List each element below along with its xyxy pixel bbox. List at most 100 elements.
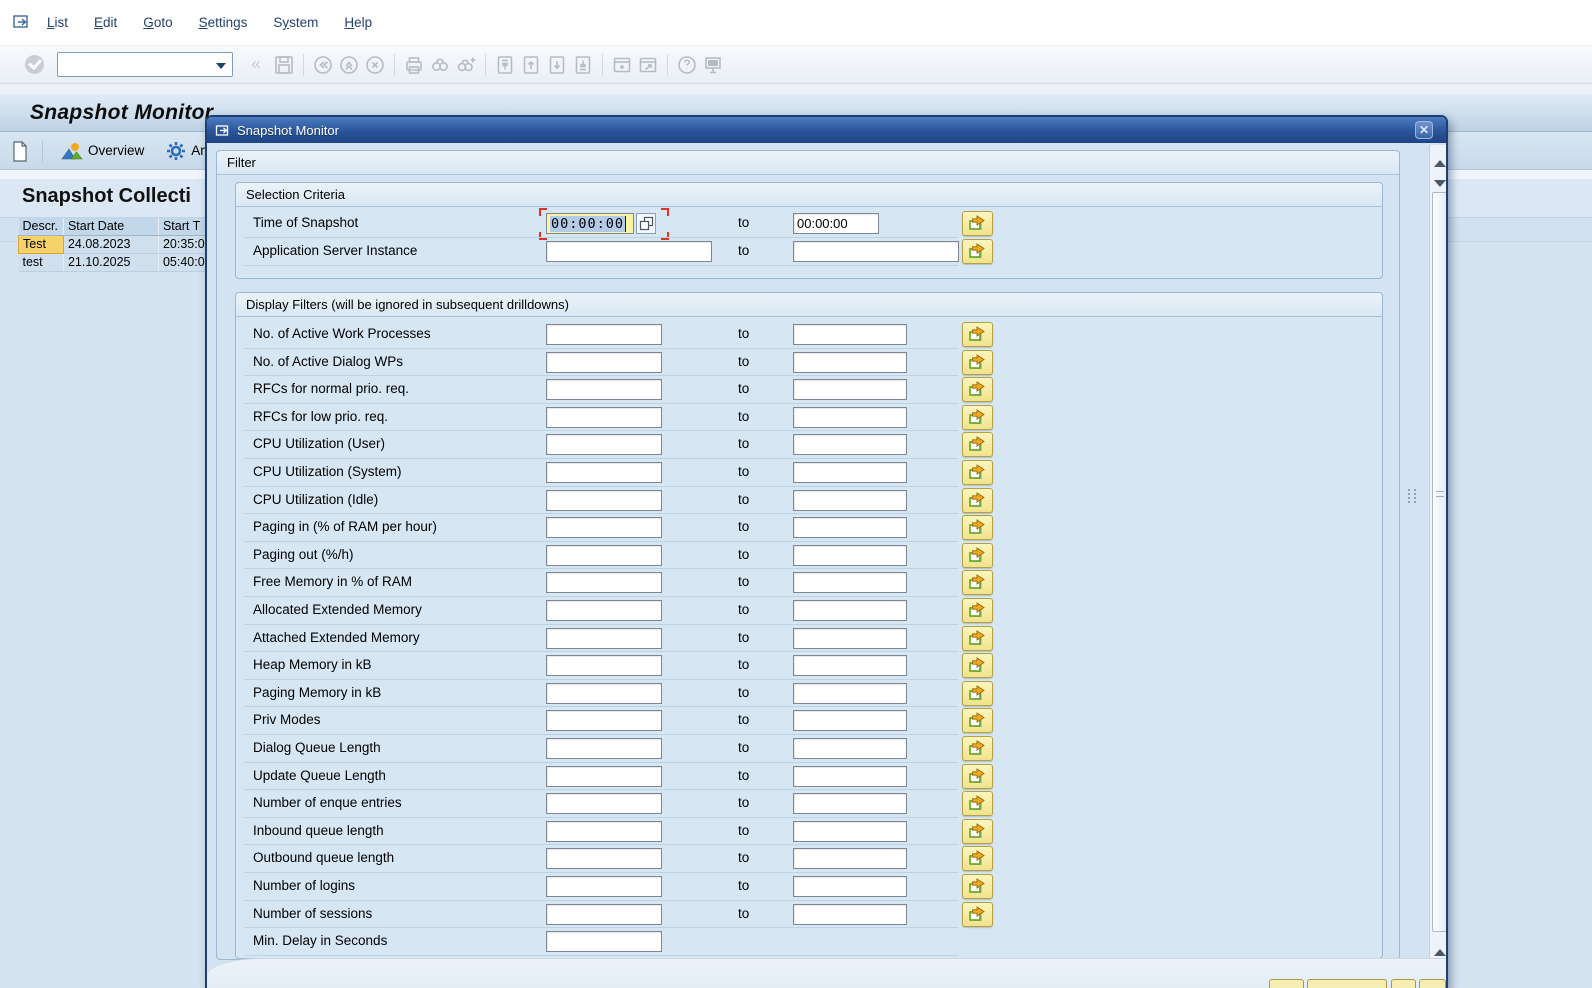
to-input[interactable] xyxy=(793,462,907,483)
overview-button[interactable]: Overview xyxy=(61,141,144,161)
from-input[interactable] xyxy=(546,710,662,731)
dialog-scrollbar[interactable] xyxy=(1429,145,1448,988)
from-input[interactable] xyxy=(546,379,662,400)
scroll-page-up-icon[interactable] xyxy=(1432,939,1447,954)
footer-button[interactable] xyxy=(1307,979,1387,988)
exit-icon[interactable] xyxy=(362,52,388,78)
column-header[interactable]: Descr. xyxy=(19,218,64,236)
find-next-icon[interactable] xyxy=(453,52,479,78)
next-page-icon[interactable] xyxy=(544,52,570,78)
create-button[interactable] xyxy=(10,140,30,162)
multiple-selection-button[interactable] xyxy=(962,819,993,844)
enter-check-icon[interactable] xyxy=(25,55,44,74)
multiple-selection-button[interactable] xyxy=(962,708,993,733)
multiple-selection-button[interactable] xyxy=(962,515,993,540)
footer-button[interactable] xyxy=(1269,979,1304,988)
create-shortcut-icon[interactable] xyxy=(635,52,661,78)
from-input[interactable] xyxy=(546,352,662,373)
to-input[interactable] xyxy=(793,352,907,373)
from-input[interactable] xyxy=(546,683,662,704)
from-input[interactable] xyxy=(546,407,662,428)
menu-item-edit[interactable]: Edit xyxy=(94,15,117,30)
multiple-selection-button[interactable] xyxy=(962,681,993,706)
footer-button[interactable] xyxy=(1391,979,1416,988)
from-input[interactable] xyxy=(546,766,662,787)
column-header[interactable]: Start T xyxy=(158,218,210,236)
menu-item-settings[interactable]: Settings xyxy=(199,15,248,30)
multiple-selection-button[interactable] xyxy=(962,598,993,623)
multiple-selection-button[interactable] xyxy=(962,350,993,375)
multiple-selection-button[interactable] xyxy=(962,239,993,264)
table-cell[interactable]: 21.10.2025 xyxy=(63,254,158,272)
menu-item-goto[interactable]: Goto xyxy=(143,15,172,30)
from-input[interactable] xyxy=(546,793,662,814)
multiple-selection-button[interactable] xyxy=(962,791,993,816)
help-icon[interactable] xyxy=(674,52,700,78)
to-input[interactable] xyxy=(793,904,907,925)
table-cell[interactable]: 05:40:0 xyxy=(158,254,210,272)
from-input[interactable] xyxy=(546,904,662,925)
from-input[interactable]: 00:00:00 xyxy=(546,213,634,234)
to-input[interactable] xyxy=(793,572,907,593)
multiple-selection-button[interactable] xyxy=(962,488,993,513)
collapse-icon[interactable]: « xyxy=(245,52,271,78)
last-page-icon[interactable] xyxy=(570,52,596,78)
multiple-selection-button[interactable] xyxy=(962,653,993,678)
from-input[interactable] xyxy=(546,462,662,483)
to-input[interactable] xyxy=(793,710,907,731)
to-input[interactable] xyxy=(793,407,907,428)
menu-item-help[interactable]: Help xyxy=(344,15,372,30)
to-input[interactable] xyxy=(793,628,907,649)
scrollbar-thumb[interactable] xyxy=(1432,192,1447,932)
table-cell[interactable]: 20:35:0 xyxy=(158,236,210,254)
to-input[interactable] xyxy=(793,738,907,759)
from-input[interactable] xyxy=(546,241,712,262)
back-icon[interactable] xyxy=(310,52,336,78)
to-input[interactable] xyxy=(793,766,907,787)
to-input[interactable] xyxy=(793,545,907,566)
multiple-selection-button[interactable] xyxy=(962,211,993,236)
multiple-selection-button[interactable] xyxy=(962,377,993,402)
multiple-selection-button[interactable] xyxy=(962,902,993,927)
to-input[interactable] xyxy=(793,876,907,897)
command-dropdown-icon[interactable] xyxy=(216,63,226,74)
table-cell[interactable]: test xyxy=(19,254,64,272)
multiple-selection-button[interactable] xyxy=(962,626,993,651)
to-input[interactable] xyxy=(793,241,959,262)
table-row[interactable]: Test24.08.202320:35:0 xyxy=(19,236,211,254)
from-input[interactable] xyxy=(546,876,662,897)
from-input[interactable] xyxy=(546,324,662,345)
from-input[interactable] xyxy=(546,931,662,952)
from-input[interactable] xyxy=(546,821,662,842)
column-header[interactable]: Start Date xyxy=(63,218,158,236)
from-input[interactable] xyxy=(546,655,662,676)
dialog-titlebar[interactable]: Snapshot Monitor ✕ xyxy=(207,117,1446,143)
multiple-selection-button[interactable] xyxy=(962,322,993,347)
menu-item-list[interactable]: List xyxy=(47,15,68,30)
up-icon[interactable] xyxy=(336,52,362,78)
table-cell[interactable]: 24.08.2023 xyxy=(63,236,158,254)
to-input[interactable] xyxy=(793,600,907,621)
from-input[interactable] xyxy=(546,600,662,621)
from-input[interactable] xyxy=(546,434,662,455)
table-row[interactable]: test21.10.202505:40:0 xyxy=(19,254,211,272)
multiple-selection-button[interactable] xyxy=(962,460,993,485)
snapshot-collections-table[interactable]: Descr.Start DateStart T Test24.08.202320… xyxy=(18,218,211,272)
from-input[interactable] xyxy=(546,490,662,511)
footer-button[interactable] xyxy=(1419,979,1446,988)
multiple-selection-button[interactable] xyxy=(962,764,993,789)
table-cell[interactable]: Test xyxy=(19,236,64,254)
new-session-icon[interactable] xyxy=(609,52,635,78)
print-icon[interactable] xyxy=(401,52,427,78)
multiple-selection-button[interactable] xyxy=(962,405,993,430)
from-input[interactable] xyxy=(546,517,662,538)
from-input[interactable] xyxy=(546,628,662,649)
time-picker-icon[interactable] xyxy=(636,213,656,234)
from-input[interactable] xyxy=(546,572,662,593)
from-input[interactable] xyxy=(546,738,662,759)
multiple-selection-button[interactable] xyxy=(962,846,993,871)
menu-item-system[interactable]: System xyxy=(273,15,318,30)
to-input[interactable] xyxy=(793,683,907,704)
multiple-selection-button[interactable] xyxy=(962,874,993,899)
multiple-selection-button[interactable] xyxy=(962,432,993,457)
